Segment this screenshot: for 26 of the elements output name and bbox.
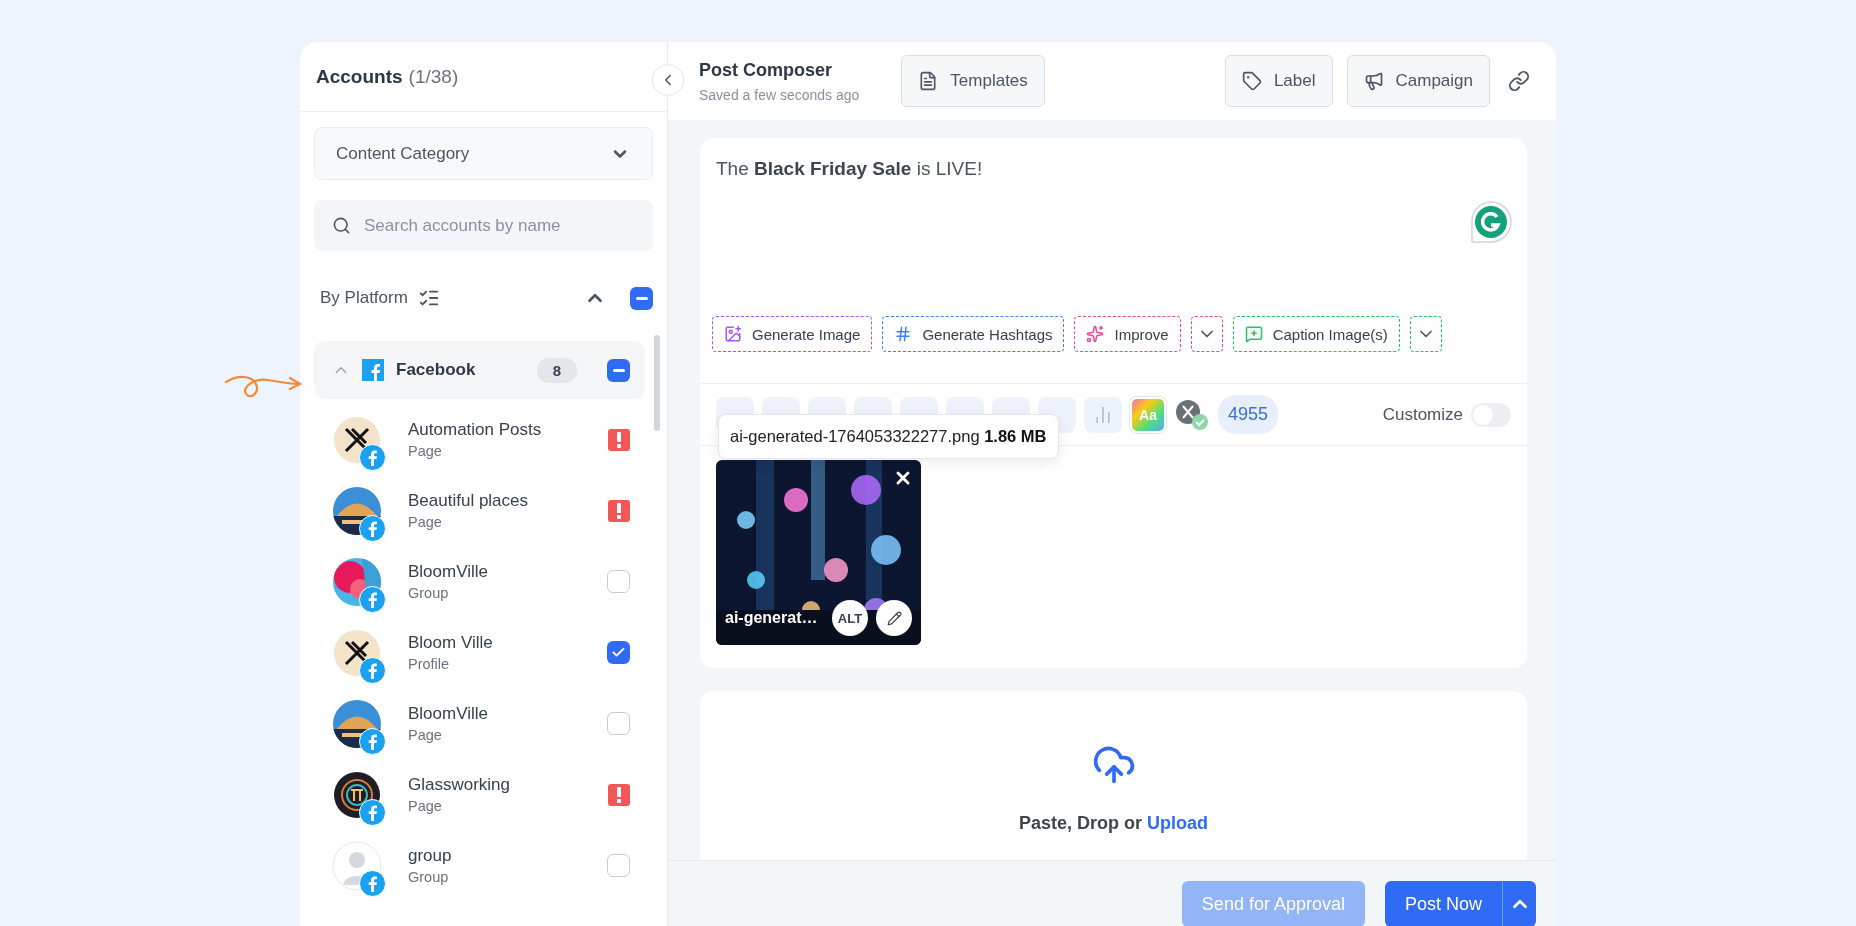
- account-name: BloomVille: [408, 560, 489, 583]
- account-type: Profile: [408, 654, 451, 674]
- account-type: Page: [408, 441, 443, 461]
- image-caption: ai-generat…: [725, 609, 819, 627]
- count-badge: 8: [536, 357, 577, 383]
- account-type: Group: [408, 583, 450, 603]
- upload-prompt: Paste, Drop or Upload: [1018, 813, 1208, 834]
- platform-name: Facebook: [396, 360, 476, 380]
- file-tooltip: ai-generated-1764053322277.png 1.86 MB: [718, 414, 1059, 459]
- group-by-label: By Platform: [320, 288, 408, 308]
- account-name: Automation Posts: [408, 418, 543, 441]
- composer-title: Post Composer: [699, 59, 834, 81]
- save-status: Saved a few seconds ago: [699, 86, 860, 103]
- account-name: group: [408, 844, 453, 867]
- account-name: Bloom Ville: [408, 631, 494, 654]
- account-name: BloomVille: [408, 702, 489, 725]
- account-count: (1/38): [408, 65, 459, 88]
- account-type: Page: [408, 512, 443, 532]
- account-type: Group: [408, 867, 450, 887]
- panel-title: Accounts: [316, 65, 403, 88]
- customize-label: Customize: [1382, 404, 1463, 425]
- account-type: Page: [408, 796, 443, 816]
- account-name: Glassworking: [408, 773, 512, 796]
- account-type: Page: [408, 725, 443, 745]
- account-name: Beautiful places: [408, 489, 530, 512]
- character-count: 4955: [1218, 395, 1279, 434]
